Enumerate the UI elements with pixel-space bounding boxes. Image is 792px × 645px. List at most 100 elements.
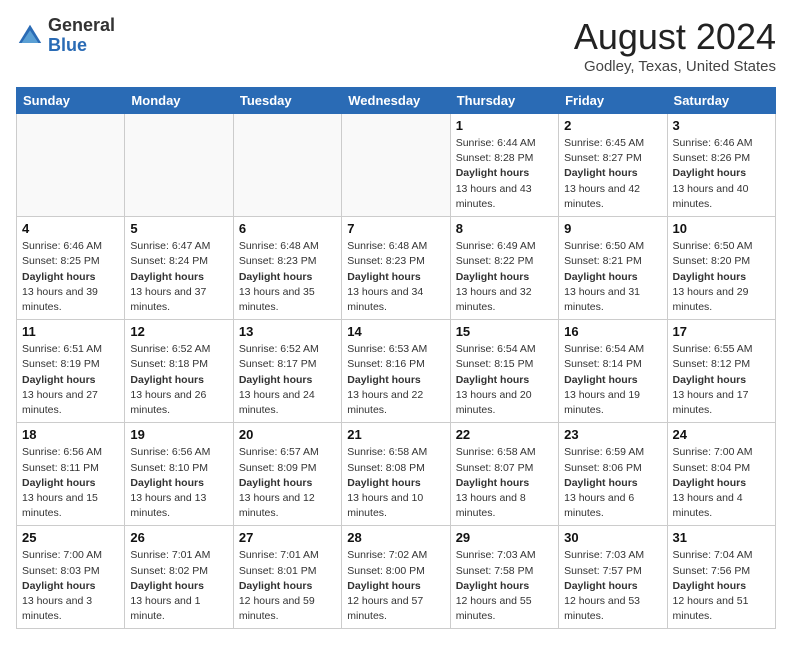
day-number: 17 [673,324,770,339]
daylight-label: Daylight hours [456,580,530,592]
day-cell: 5Sunrise: 6:47 AMSunset: 8:24 PMDaylight… [125,217,233,320]
day-cell [342,114,450,217]
day-cell: 24 Sunrise: 7:00 AMSunset: 8:04 PMDayligh… [667,423,775,526]
day-cell: 12 Sunrise: 6:52 AMSunset: 8:18 PMDayligh… [125,320,233,423]
daylight-label: Daylight hours [130,374,204,386]
logo-icon [16,22,44,50]
day-info: Sunrise: 7:03 AMSunset: 7:57 PMDaylight … [564,548,661,624]
daylight-label: Daylight hours [673,374,747,386]
day-number: 3 [673,118,770,133]
col-header-saturday: Saturday [667,88,775,114]
daylight-label: Daylight hours [239,374,313,386]
day-cell: 18 Sunrise: 6:56 AMSunset: 8:11 PMDayligh… [17,423,125,526]
day-cell: 11 Sunrise: 6:51 AMSunset: 8:19 PMDayligh… [17,320,125,423]
daylight-label: Daylight hours [564,477,638,489]
daylight-label: Daylight hours [673,271,747,283]
day-cell [17,114,125,217]
day-cell: 9Sunrise: 6:50 AMSunset: 8:21 PMDaylight… [559,217,667,320]
daylight-label: Daylight hours [130,580,204,592]
day-number: 18 [22,427,119,442]
day-cell: 14 Sunrise: 6:53 AMSunset: 8:16 PMDayligh… [342,320,450,423]
day-info: Sunrise: 6:53 AMSunset: 8:16 PMDaylight … [347,342,444,418]
day-info: Sunrise: 6:54 AMSunset: 8:14 PMDaylight … [564,342,661,418]
daylight-label: Daylight hours [130,271,204,283]
day-cell: 19 Sunrise: 6:56 AMSunset: 8:10 PMDayligh… [125,423,233,526]
col-header-monday: Monday [125,88,233,114]
day-info: Sunrise: 6:58 AMSunset: 8:08 PMDaylight … [347,445,444,521]
month-title: August 2024 [574,16,776,58]
day-cell: 25 Sunrise: 7:00 AMSunset: 8:03 PMDayligh… [17,526,125,629]
day-info: Sunrise: 7:00 AMSunset: 8:03 PMDaylight … [22,548,119,624]
day-info: Sunrise: 6:52 AMSunset: 8:17 PMDaylight … [239,342,336,418]
day-info: Sunrise: 6:48 AMSunset: 8:23 PMDaylight … [239,239,336,315]
day-number: 2 [564,118,661,133]
day-info: Sunrise: 6:58 AMSunset: 8:07 PMDaylight … [456,445,553,521]
col-header-tuesday: Tuesday [233,88,341,114]
day-info: Sunrise: 7:01 AMSunset: 8:01 PMDaylight … [239,548,336,624]
day-cell: 1Sunrise: 6:44 AMSunset: 8:28 PMDaylight… [450,114,558,217]
daylight-label: Daylight hours [22,271,96,283]
daylight-label: Daylight hours [673,477,747,489]
calendar-table: SundayMondayTuesdayWednesdayThursdayFrid… [16,87,776,629]
day-cell: 30 Sunrise: 7:03 AMSunset: 7:57 PMDayligh… [559,526,667,629]
daylight-label: Daylight hours [347,271,421,283]
day-cell: 15 Sunrise: 6:54 AMSunset: 8:15 PMDayligh… [450,320,558,423]
day-number: 31 [673,530,770,545]
day-info: Sunrise: 6:56 AMSunset: 8:11 PMDaylight … [22,445,119,521]
day-number: 25 [22,530,119,545]
day-cell: 13 Sunrise: 6:52 AMSunset: 8:17 PMDayligh… [233,320,341,423]
day-number: 24 [673,427,770,442]
daylight-label: Daylight hours [673,167,747,179]
day-number: 13 [239,324,336,339]
day-number: 23 [564,427,661,442]
day-cell: 27Sunrise: 7:01 AMSunset: 8:01 PMDayligh… [233,526,341,629]
day-cell: 17Sunrise: 6:55 AMSunset: 8:12 PMDayligh… [667,320,775,423]
daylight-label: Daylight hours [564,167,638,179]
daylight-label: Daylight hours [564,580,638,592]
day-number: 20 [239,427,336,442]
day-cell: 29Sunrise: 7:03 AMSunset: 7:58 PMDayligh… [450,526,558,629]
day-number: 11 [22,324,119,339]
day-number: 15 [456,324,553,339]
day-info: Sunrise: 6:47 AMSunset: 8:24 PMDaylight … [130,239,227,315]
day-number: 22 [456,427,553,442]
day-cell: 26Sunrise: 7:01 AMSunset: 8:02 PMDayligh… [125,526,233,629]
day-info: Sunrise: 6:54 AMSunset: 8:15 PMDaylight … [456,342,553,418]
day-cell: 22 Sunrise: 6:58 AMSunset: 8:07 PMDayligh… [450,423,558,526]
daylight-label: Daylight hours [22,477,96,489]
day-number: 30 [564,530,661,545]
day-number: 10 [673,221,770,236]
col-header-sunday: Sunday [17,88,125,114]
day-info: Sunrise: 6:45 AMSunset: 8:27 PMDaylight … [564,136,661,212]
day-number: 26 [130,530,227,545]
location: Godley, Texas, United States [574,58,776,75]
day-info: Sunrise: 6:46 AMSunset: 8:26 PMDaylight … [673,136,770,212]
daylight-label: Daylight hours [347,580,421,592]
col-header-wednesday: Wednesday [342,88,450,114]
day-cell: 23Sunrise: 6:59 AMSunset: 8:06 PMDayligh… [559,423,667,526]
day-cell: 7Sunrise: 6:48 AMSunset: 8:23 PMDaylight… [342,217,450,320]
day-number: 12 [130,324,227,339]
daylight-label: Daylight hours [22,580,96,592]
day-info: Sunrise: 7:00 AMSunset: 8:04 PMDaylight … [673,445,770,521]
week-row-4: 18 Sunrise: 6:56 AMSunset: 8:11 PMDayligh… [17,423,776,526]
day-number: 19 [130,427,227,442]
day-cell: 20Sunrise: 6:57 AMSunset: 8:09 PMDayligh… [233,423,341,526]
title-block: August 2024 Godley, Texas, United States [574,16,776,75]
day-info: Sunrise: 6:56 AMSunset: 8:10 PMDaylight … [130,445,227,521]
day-cell: 16Sunrise: 6:54 AMSunset: 8:14 PMDayligh… [559,320,667,423]
week-row-3: 11 Sunrise: 6:51 AMSunset: 8:19 PMDayligh… [17,320,776,423]
day-info: Sunrise: 6:50 AMSunset: 8:20 PMDaylight … [673,239,770,315]
day-info: Sunrise: 6:52 AMSunset: 8:18 PMDaylight … [130,342,227,418]
week-row-5: 25 Sunrise: 7:00 AMSunset: 8:03 PMDayligh… [17,526,776,629]
col-header-thursday: Thursday [450,88,558,114]
day-number: 7 [347,221,444,236]
daylight-label: Daylight hours [22,374,96,386]
daylight-label: Daylight hours [347,477,421,489]
day-number: 14 [347,324,444,339]
day-cell: 6Sunrise: 6:48 AMSunset: 8:23 PMDaylight… [233,217,341,320]
daylight-label: Daylight hours [456,374,530,386]
day-info: Sunrise: 6:51 AMSunset: 8:19 PMDaylight … [22,342,119,418]
daylight-label: Daylight hours [564,271,638,283]
day-info: Sunrise: 6:49 AMSunset: 8:22 PMDaylight … [456,239,553,315]
